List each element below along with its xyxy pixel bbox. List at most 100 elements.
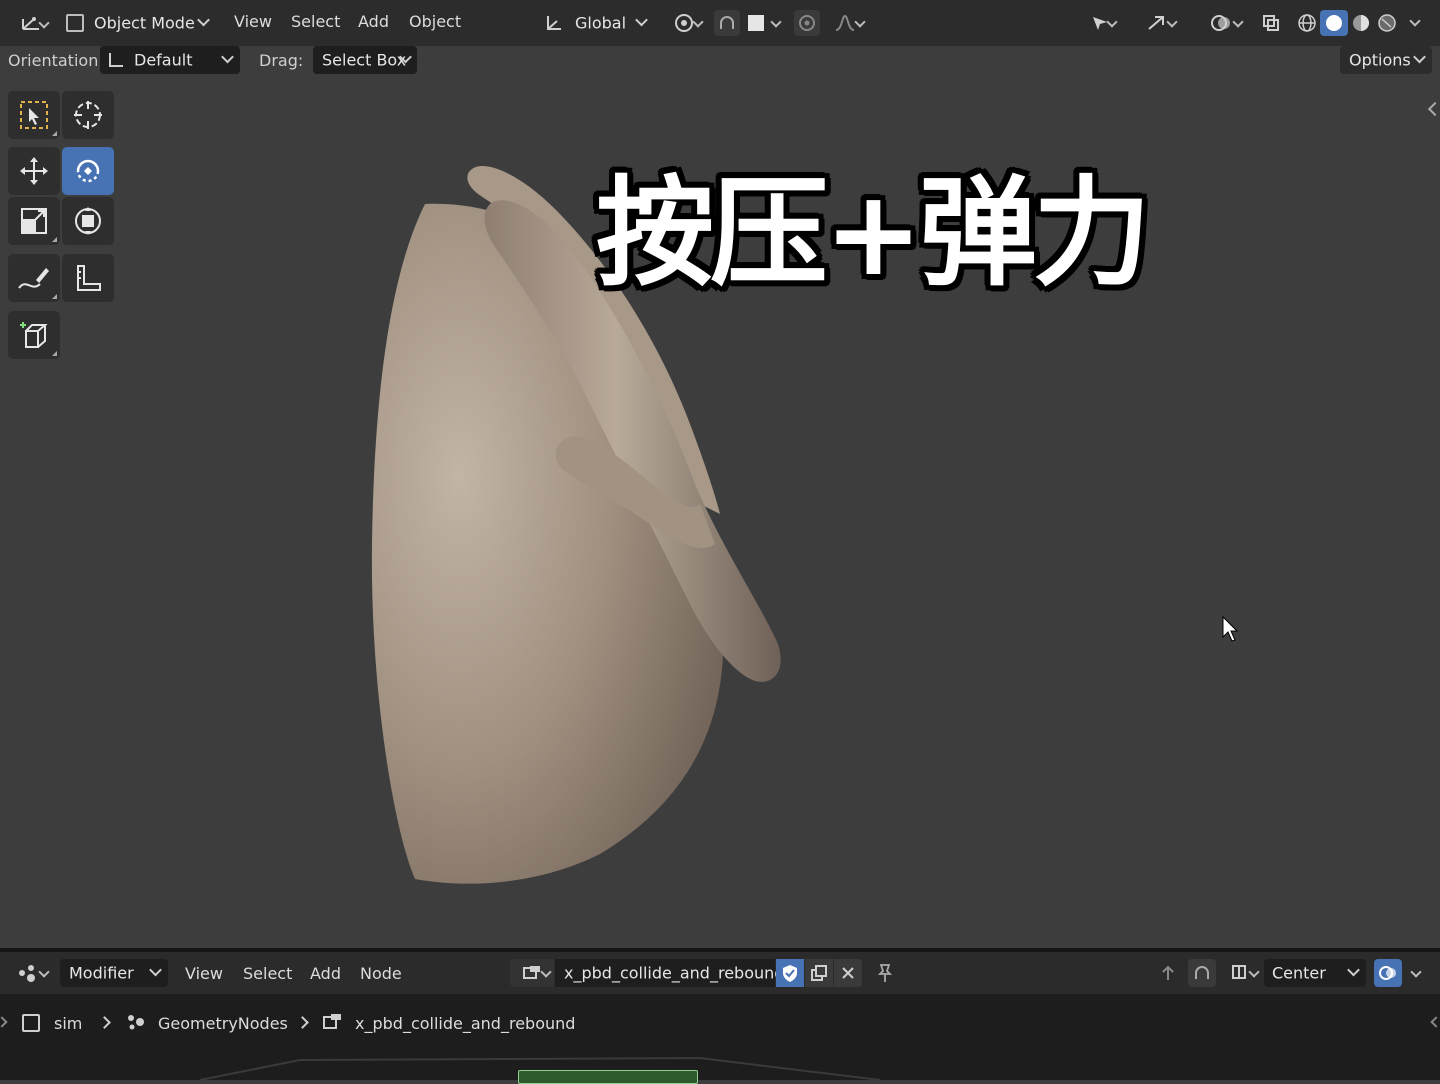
proportional-icon (799, 15, 815, 31)
node-editor-type-button[interactable] (6, 960, 52, 986)
rotate-icon (76, 159, 100, 183)
magnet-icon (720, 16, 734, 29)
rendered-sphere-icon (1378, 14, 1396, 32)
orientation-setting-icon (109, 53, 123, 67)
object-icon (22, 1014, 40, 1032)
shield-icon (783, 965, 797, 982)
cursor-tool[interactable] (62, 91, 114, 139)
node-overlays-dropdown[interactable] (1404, 959, 1428, 987)
move-tool[interactable] (8, 147, 60, 195)
proportional-edit-toggle[interactable] (794, 10, 820, 36)
left-edge-arrow[interactable] (0, 1016, 8, 1028)
node-group-name: x_pbd_collide_and_rebound (564, 963, 785, 983)
unlink-node-group-button[interactable] (834, 959, 862, 987)
mode-dropdown[interactable]: Object Mode (60, 9, 216, 37)
copy-icon (811, 965, 827, 981)
annotate-tool[interactable] (8, 254, 60, 302)
orientation-setting-label: Orientation: (8, 51, 104, 70)
orientation-setting-dropdown[interactable]: Default (100, 46, 240, 74)
xray-toggle[interactable] (1258, 10, 1284, 36)
breadcrumb-object: sim (54, 1014, 83, 1033)
node-snap-toggle[interactable] (1188, 959, 1216, 987)
orientation-axes-icon (547, 16, 561, 30)
gizmo-icon (1148, 16, 1164, 30)
node-context-value: Modifier (69, 963, 134, 983)
node-menu-select[interactable]: Select (243, 964, 292, 983)
selectability-dropdown[interactable] (1080, 10, 1120, 36)
transform-tool[interactable] (62, 197, 114, 245)
shading-options-dropdown[interactable] (1402, 10, 1428, 36)
right-edge-arrow[interactable] (1430, 1016, 1440, 1028)
snap-toggle[interactable] (714, 10, 740, 36)
cursor-icon (74, 101, 102, 129)
add-cube-tool[interactable] (8, 311, 60, 359)
node-overlays-icon (1379, 966, 1396, 980)
snap-square-icon (748, 15, 764, 31)
material-sphere-icon (1353, 15, 1369, 31)
scale-icon (21, 208, 47, 234)
editor-type-button[interactable] (10, 10, 52, 36)
snap-element-dropdown[interactable] (1220, 959, 1262, 987)
solid-sphere-icon (1326, 15, 1342, 31)
parent-node-tree-button[interactable] (1154, 959, 1182, 987)
move-icon (20, 157, 48, 185)
snap-target-dropdown[interactable] (742, 10, 784, 36)
overlays-dropdown[interactable] (1194, 10, 1248, 36)
object-mode-icon (66, 14, 84, 32)
transform-orientation-dropdown[interactable]: Global (540, 9, 654, 37)
options-label: Options (1349, 50, 1411, 70)
falloff-dropdown[interactable] (824, 10, 866, 36)
shading-material[interactable] (1348, 10, 1374, 36)
measure-tool[interactable] (62, 254, 114, 302)
pivot-value: Center (1272, 963, 1326, 983)
transform-icon (75, 207, 101, 235)
node-context-dropdown[interactable]: Modifier (60, 959, 168, 987)
select-box-icon (20, 101, 48, 129)
xray-icon (1263, 15, 1279, 31)
3d-viewport[interactable]: 按压+弹力 (0, 74, 1440, 948)
viewport-header: Object Mode View Select Add Object Globa… (0, 0, 1440, 46)
menu-object[interactable]: Object (409, 12, 461, 31)
overlays-icon (1211, 15, 1230, 31)
gizmo-dropdown[interactable] (1130, 10, 1182, 36)
pivot-dropdown[interactable]: Center (1264, 959, 1366, 987)
menu-add[interactable]: Add (358, 12, 389, 31)
node-menu-node[interactable]: Node (360, 964, 402, 983)
shading-solid[interactable] (1320, 10, 1348, 36)
measure-icon (77, 265, 101, 291)
mode-label: Object Mode (94, 13, 195, 33)
breadcrumb-separator-icon (98, 1016, 111, 1029)
node-group-icon (523, 966, 540, 979)
node-box[interactable] (518, 1070, 698, 1084)
node-editor-header: Modifier View Select Add Node x_pbd_coll… (0, 952, 1440, 994)
node-canvas[interactable] (0, 1050, 1440, 1084)
node-overlays-toggle[interactable] (1374, 959, 1402, 987)
browse-node-group-button[interactable] (510, 959, 554, 987)
orientation-label: Global (575, 13, 627, 33)
node-group-name-field[interactable]: x_pbd_collide_and_rebound (555, 959, 784, 987)
breadcrumb-modifier: GeometryNodes (158, 1014, 288, 1033)
add-cube-icon (20, 322, 48, 348)
drag-setting-value: Select Box (322, 50, 407, 70)
options-dropdown[interactable]: Options (1340, 46, 1432, 74)
pin-icon (877, 964, 893, 982)
node-menu-add[interactable]: Add (310, 964, 341, 983)
select-box-tool[interactable] (8, 91, 60, 139)
shading-rendered[interactable] (1374, 10, 1400, 36)
breadcrumb-node-group: x_pbd_collide_and_rebound (355, 1014, 576, 1033)
pin-toggle[interactable] (870, 959, 898, 987)
node-tree-icon (19, 965, 35, 982)
drag-setting-dropdown[interactable]: Select Box (313, 46, 417, 74)
menu-view[interactable]: View (234, 12, 272, 31)
menu-select[interactable]: Select (291, 12, 340, 31)
scale-tool[interactable] (8, 197, 60, 245)
pivot-point-button[interactable] (664, 10, 704, 36)
tool-settings-bar: Orientation: Default Drag: Select Box Op… (0, 46, 1440, 74)
shading-wireframe[interactable] (1294, 10, 1320, 36)
wireframe-sphere-icon (1298, 14, 1316, 32)
grid-snap-icon (1232, 965, 1246, 979)
rotate-tool[interactable] (62, 147, 114, 195)
duplicate-node-group-button[interactable] (805, 959, 833, 987)
node-menu-view[interactable]: View (185, 964, 223, 983)
fake-user-toggle[interactable] (776, 959, 804, 987)
